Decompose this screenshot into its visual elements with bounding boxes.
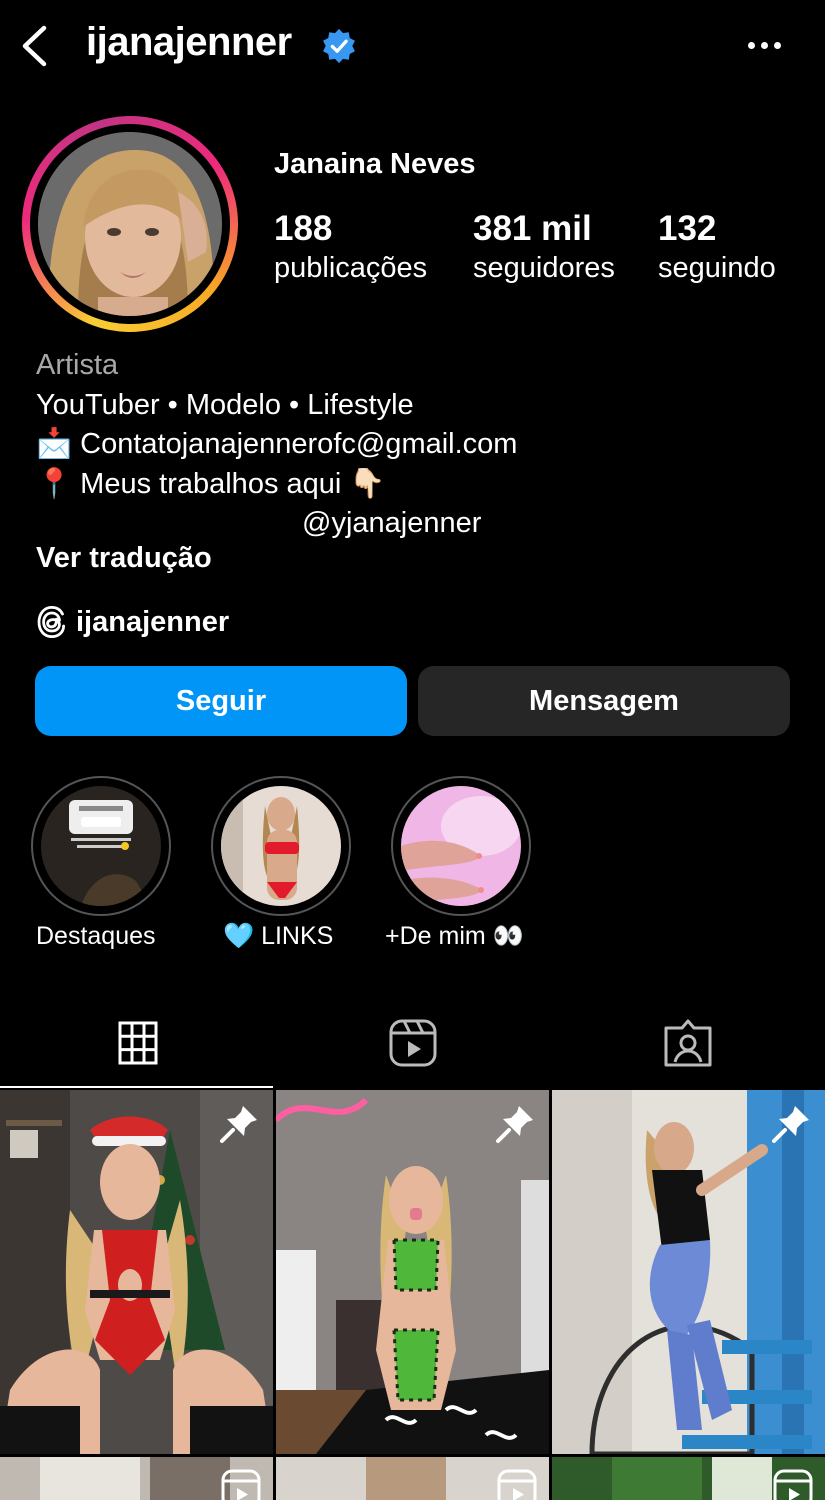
reel-post-icon: [497, 1469, 537, 1500]
see-translation-link[interactable]: Ver tradução: [36, 542, 212, 575]
pinned-post-icon: [220, 1106, 257, 1143]
following-count-label: seguindo: [658, 252, 776, 284]
grid-post-1[interactable]: [0, 1090, 273, 1454]
highlight-label: Destaques: [36, 922, 156, 950]
bio-category: Artista: [36, 349, 119, 381]
posts-count-label: publicações: [274, 252, 428, 284]
top-bar: ijanajenner: [0, 0, 825, 92]
highlight-links[interactable]: 🩵 LINKS: [211, 776, 353, 950]
threads-icon: [37, 605, 65, 639]
verified-badge-icon: [323, 28, 355, 64]
grid-post-6[interactable]: [552, 1457, 825, 1500]
highlight-cover: [41, 786, 161, 906]
bio-mention-link[interactable]: @yjanajenner: [36, 504, 796, 544]
more-options-icon[interactable]: [740, 30, 788, 60]
avatar: [38, 132, 222, 316]
highlight-cover: [401, 786, 521, 906]
highlight-cover: [221, 786, 341, 906]
tab-tagged[interactable]: [550, 1000, 825, 1086]
pin-emoji-icon: 📍: [36, 467, 73, 500]
tab-reels[interactable]: [275, 1000, 550, 1086]
grid-post-3[interactable]: [552, 1090, 825, 1454]
followers-count-value: 381 mil: [473, 209, 592, 248]
followers-count-label: seguidores: [473, 252, 615, 284]
highlight-de-mim[interactable]: +De mim 👀: [385, 776, 533, 950]
bio-work-line: 📍 Meus trabalhos aqui 👇🏻: [36, 465, 796, 505]
reel-post-icon: [773, 1469, 813, 1500]
following-count[interactable]: 132 seguindo: [658, 208, 776, 286]
grid-icon: [118, 1021, 157, 1065]
grid-post-5[interactable]: [276, 1457, 549, 1500]
following-count-value: 132: [658, 209, 717, 248]
highlight-label: 🩵 LINKS: [223, 922, 334, 950]
message-button[interactable]: Mensagem: [418, 666, 790, 736]
followers-count[interactable]: 381 mil seguidores: [473, 208, 615, 286]
profile-display-name: Janaina Neves: [274, 148, 476, 180]
back-arrow-icon[interactable]: [16, 24, 52, 68]
pointing-down-emoji-icon: 👇🏻: [349, 467, 386, 500]
threads-profile-link[interactable]: ijanajenner: [36, 602, 229, 642]
highlight-destaques[interactable]: Destaques: [31, 776, 173, 950]
tab-posts-grid[interactable]: [0, 1000, 275, 1086]
pinned-post-icon: [772, 1106, 809, 1143]
reels-icon: [389, 1019, 436, 1067]
grid-post-2[interactable]: [276, 1090, 549, 1454]
bio-email-line: 📩 Contatojanajennerofc@gmail.com: [36, 425, 796, 465]
posts-count-value: 188: [274, 209, 333, 248]
active-tab-indicator: [0, 1086, 273, 1088]
profile-tabs: [0, 1000, 825, 1088]
profile-bio: Artista YouTuber • Modelo • Lifestyle 📩 …: [36, 346, 796, 544]
profile-username: ijanajenner: [86, 20, 292, 64]
profile-avatar-story-ring[interactable]: [22, 116, 238, 332]
bio-work-text: Meus trabalhos aqui: [80, 467, 342, 500]
reel-post-icon: [221, 1469, 261, 1500]
posts-count[interactable]: 188 publicações: [274, 208, 427, 286]
bio-line: YouTuber • Modelo • Lifestyle: [36, 388, 414, 421]
follow-button[interactable]: Seguir: [35, 666, 407, 736]
threads-handle: ijanajenner: [76, 605, 230, 638]
grid-post-4[interactable]: [0, 1457, 273, 1500]
envelope-emoji-icon: 📩: [36, 428, 73, 460]
pinned-post-icon: [496, 1106, 533, 1143]
highlight-label: +De mim 👀: [385, 922, 524, 950]
tagged-icon: [664, 1019, 711, 1067]
bio-email[interactable]: Contatojanajennerofc@gmail.com: [80, 428, 517, 460]
